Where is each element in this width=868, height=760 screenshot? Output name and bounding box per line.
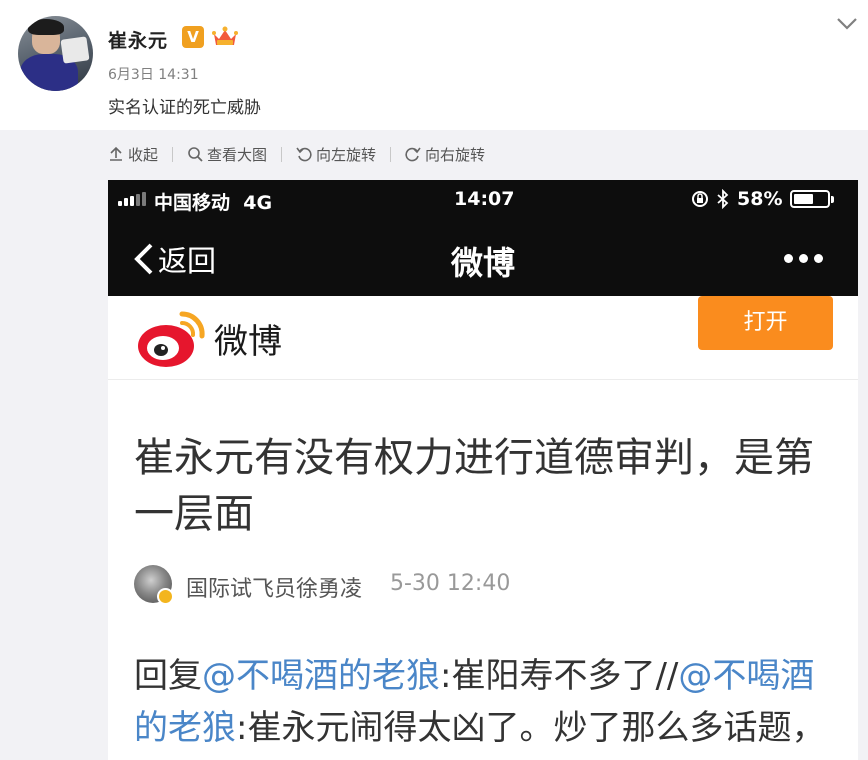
signal-icon <box>118 192 146 206</box>
post-header: 崔永元 V 6月3日 14:31 实名认证的死亡威胁 <box>0 0 868 130</box>
verified-badge-icon: V <box>182 26 204 48</box>
mention-link: @不喝酒的老狼 <box>202 656 440 696</box>
open-app-button[interactable]: 打开 <box>698 296 833 350</box>
collapse-icon <box>110 146 122 161</box>
view-large-button[interactable]: 查看大图 <box>187 144 267 165</box>
carrier-name: 中国移动 <box>154 192 231 214</box>
collapse-label: 收起 <box>128 145 159 164</box>
rotate-left-icon <box>296 147 312 162</box>
post-time[interactable]: 6月3日 14:31 <box>108 64 199 84</box>
search-icon <box>188 147 203 162</box>
more-icon[interactable] <box>784 254 823 263</box>
battery-icon <box>790 190 835 208</box>
member-crown-icon[interactable] <box>211 25 239 49</box>
phone-status-bar: 中国移动 4G 14:07 58% <box>108 180 858 218</box>
view-large-label: 查看大图 <box>207 145 268 164</box>
app-banner: 微博 打开 <box>108 296 858 380</box>
status-time: 14:07 <box>454 188 515 210</box>
rotate-left-label: 向左旋转 <box>316 145 377 164</box>
rotate-right-icon <box>405 147 421 162</box>
status-right-group: 58% <box>691 188 835 210</box>
article-time: 5-30 12:40 <box>390 571 511 596</box>
rotate-right-label: 向右旋转 <box>425 145 486 164</box>
author-avatar <box>134 565 174 605</box>
brand-text: 微博 <box>214 322 282 362</box>
post-text: 实名认证的死亡威胁 <box>108 98 261 118</box>
media-toolbar: 收起 查看大图 向左旋转 向右旋转 <box>108 142 485 166</box>
article-title: 崔永元有没有权力进行道德审判，是第一层面 <box>134 435 814 537</box>
toolbar-divider <box>390 146 392 162</box>
toolbar-divider <box>281 146 283 162</box>
collapse-button[interactable]: 收起 <box>108 144 158 165</box>
reply-text: 回复@不喝酒的老狼:崔阳寿不多了//@不喝酒的老狼:崔永元闹得太凶了。炒了那么多… <box>134 650 834 754</box>
bluetooth-icon <box>717 189 729 209</box>
reply-body: :崔阳寿不多了// <box>440 656 679 696</box>
reply-prefix: 回复 <box>134 656 202 696</box>
phone-nav-bar: 返回 微博 <box>108 218 858 296</box>
attached-image[interactable]: 中国移动 4G 14:07 58% 返回 微博 微博 打开 崔永元有没有权力进行… <box>108 180 858 760</box>
rotation-lock-icon <box>692 191 708 207</box>
network-type: 4G <box>243 192 273 214</box>
author-name: 国际试飞员徐勇凌 <box>186 577 363 602</box>
rotate-right-button[interactable]: 向右旋转 <box>405 144 485 165</box>
username[interactable]: 崔永元 <box>108 26 168 53</box>
rotate-left-button[interactable]: 向左旋转 <box>296 144 376 165</box>
reply-body: :崔永元闹得太凶了。炒了那么多话题， <box>236 708 826 748</box>
user-avatar[interactable] <box>18 16 93 91</box>
toolbar-divider <box>172 146 174 162</box>
carrier-label: 中国移动 4G <box>154 188 272 215</box>
weibo-logo-icon <box>138 311 205 367</box>
chevron-down-icon[interactable] <box>836 16 858 32</box>
battery-percent: 58% <box>737 188 783 210</box>
nav-title: 微博 <box>450 244 515 282</box>
